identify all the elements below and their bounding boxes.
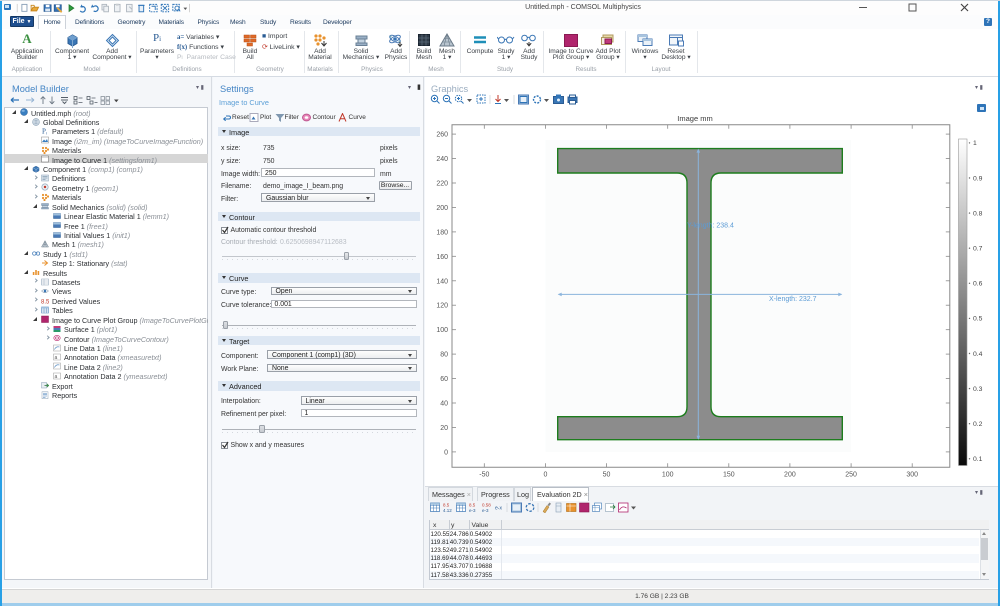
svg-text:0.1: 0.1 [973, 456, 983, 463]
svg-text:150: 150 [723, 472, 735, 479]
svg-text:180: 180 [436, 229, 448, 236]
svg-text:0.5: 0.5 [973, 316, 983, 323]
svg-text:0.9: 0.9 [973, 175, 983, 182]
svg-text:80: 80 [440, 352, 448, 359]
svg-text:-50: -50 [479, 472, 489, 479]
svg-text:i: i [46, 130, 47, 135]
svg-text:0.3: 0.3 [973, 386, 983, 393]
svg-text:220: 220 [436, 181, 448, 188]
svg-text:8.5: 8.5 [469, 502, 476, 507]
svg-text:140: 140 [436, 278, 448, 285]
svg-text:1: 1 [973, 140, 977, 147]
svg-text:e-3: e-3 [482, 508, 489, 513]
svg-text:0: 0 [543, 472, 547, 479]
svg-text:260: 260 [436, 132, 448, 139]
svg-text:250: 250 [845, 472, 857, 479]
svg-text:240: 240 [436, 156, 448, 163]
svg-text:0.7: 0.7 [973, 246, 983, 253]
svg-text:120: 120 [436, 303, 448, 310]
svg-text:Y-length: 238.4: Y-length: 238.4 [687, 223, 734, 230]
svg-text:300: 300 [906, 472, 918, 479]
svg-text:e-x: e-x [495, 505, 502, 511]
svg-text:100: 100 [662, 472, 674, 479]
svg-text:0.8: 0.8 [973, 210, 983, 217]
svg-text:0.58: 0.58 [482, 502, 491, 507]
svg-text:40: 40 [440, 401, 448, 408]
svg-text:20: 20 [440, 425, 448, 432]
svg-text:a: a [55, 355, 58, 361]
svg-text:e-3: e-3 [469, 508, 476, 513]
svg-text:200: 200 [436, 205, 448, 212]
svg-text:200: 200 [784, 472, 796, 479]
svg-text:60: 60 [440, 376, 448, 383]
svg-text:0.6: 0.6 [973, 281, 983, 288]
svg-text:8.5: 8.5 [443, 502, 450, 507]
svg-text:a: a [55, 374, 58, 380]
svg-text:8.5: 8.5 [41, 299, 49, 305]
svg-text:0: 0 [444, 449, 448, 456]
svg-text:160: 160 [436, 254, 448, 261]
svg-text:4.12: 4.12 [443, 508, 452, 513]
svg-text:0.2: 0.2 [973, 421, 983, 428]
svg-text:50: 50 [603, 472, 611, 479]
svg-text:Image mm: Image mm [677, 114, 712, 123]
svg-text:100: 100 [436, 327, 448, 334]
svg-text:0.4: 0.4 [973, 351, 983, 358]
svg-text:X-length: 232.7: X-length: 232.7 [769, 296, 817, 303]
